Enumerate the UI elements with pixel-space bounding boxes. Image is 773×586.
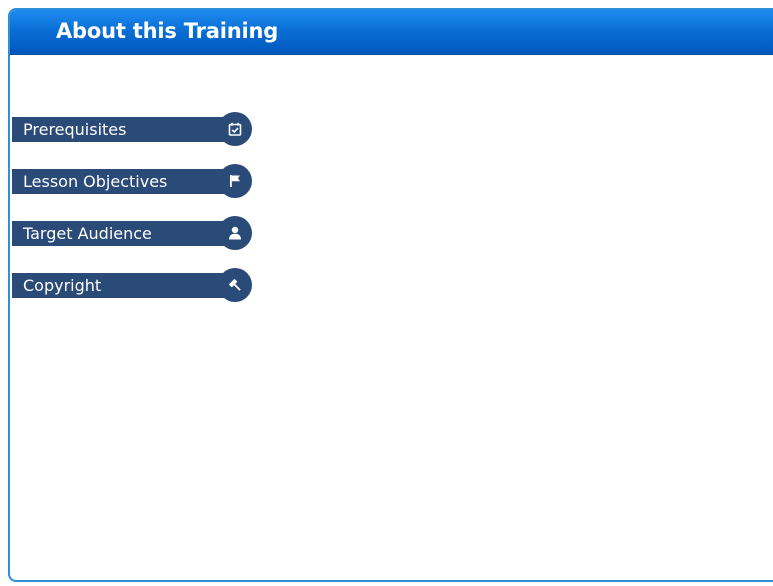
user-icon: [228, 226, 242, 240]
menu-item-prerequisites[interactable]: Prerequisites: [12, 112, 254, 146]
menu-item-label: Prerequisites: [23, 120, 127, 139]
menu-item-copyright[interactable]: Copyright: [12, 268, 254, 302]
menu-item-label: Target Audience: [23, 224, 152, 243]
calendar-check-icon: [228, 122, 242, 136]
menu-item-lesson-objectives[interactable]: Lesson Objectives: [12, 164, 254, 198]
gavel-icon: [228, 278, 243, 293]
menu-item-icon-circle: [218, 268, 252, 302]
menu-item-label: Lesson Objectives: [23, 172, 168, 191]
menu-item-icon-circle: [218, 112, 252, 146]
flag-icon: [228, 174, 242, 188]
menu-item-icon-circle: [218, 216, 252, 250]
menu-item-icon-circle: [218, 164, 252, 198]
title-bar: About this Training: [10, 10, 773, 55]
menu-item-label: Copyright: [23, 276, 102, 295]
menu-item-target-audience[interactable]: Target Audience: [12, 216, 254, 250]
topic-menu: Prerequisites Lesson Objectives Target A…: [12, 112, 254, 320]
page-title: About this Training: [56, 19, 279, 43]
